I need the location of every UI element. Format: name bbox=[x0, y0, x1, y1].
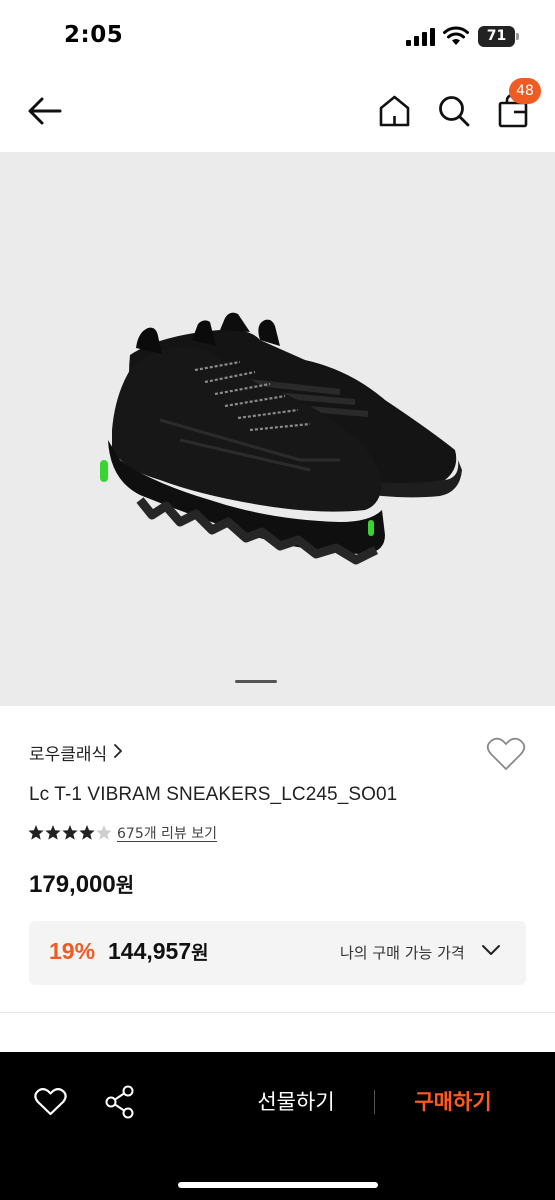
chevron-right-icon[interactable] bbox=[112, 742, 124, 760]
product-image bbox=[100, 312, 462, 565]
bottom-action-bar: 선물하기 구매하기 bbox=[0, 1052, 555, 1200]
rating-stars bbox=[28, 825, 112, 840]
star-icon bbox=[79, 825, 95, 840]
home-indicator bbox=[178, 1182, 378, 1188]
status-bar: 2:05 71 bbox=[0, 0, 555, 72]
discount-rate: 19% bbox=[49, 938, 96, 964]
buy-button[interactable]: 구매하기 bbox=[395, 1082, 511, 1122]
review-link[interactable]: 675개 리뷰 보기 bbox=[117, 823, 217, 843]
star-icon bbox=[96, 825, 112, 840]
battery-indicator: 71 bbox=[478, 26, 520, 47]
product-name: Lc T-1 VIBRAM SNEAKERS_LC245_SO01 bbox=[29, 784, 398, 805]
original-price-unit: 원 bbox=[115, 873, 135, 897]
status-time: 2:05 bbox=[64, 22, 124, 48]
top-nav-bar bbox=[0, 72, 555, 152]
my-price-unit: 원 bbox=[191, 942, 209, 964]
product-detail-page: 2:05 71 48 로우클래식 Lc T-1 VIBRAM SNEAKERS_… bbox=[0, 0, 555, 1200]
wifi-icon bbox=[443, 26, 469, 45]
star-icon bbox=[62, 825, 78, 840]
product-image-carousel[interactable] bbox=[0, 152, 555, 706]
home-icon[interactable] bbox=[378, 94, 411, 128]
battery-level: 71 bbox=[486, 28, 507, 44]
my-price-label: 나의 구매 가능 가격 bbox=[340, 944, 465, 962]
chevron-down-icon[interactable] bbox=[481, 943, 501, 957]
bottom-bar-separator bbox=[374, 1090, 375, 1114]
star-icon bbox=[45, 825, 61, 840]
gift-button[interactable]: 선물하기 bbox=[236, 1082, 356, 1122]
original-price-number: 179,000 bbox=[29, 871, 116, 898]
original-price: 179,000원 bbox=[29, 869, 134, 899]
search-icon[interactable] bbox=[437, 94, 471, 128]
carousel-page-indicator bbox=[235, 680, 277, 683]
share-icon[interactable] bbox=[104, 1085, 136, 1119]
star-icon bbox=[28, 825, 44, 840]
my-price-panel[interactable]: 19% 144,957원 나의 구매 가능 가격 bbox=[29, 921, 526, 985]
my-price: 144,957원 bbox=[108, 938, 209, 965]
heart-icon[interactable] bbox=[486, 736, 526, 772]
my-price-number: 144,957 bbox=[108, 938, 192, 964]
heart-icon[interactable] bbox=[34, 1087, 67, 1117]
cellular-signal-icon bbox=[406, 28, 435, 46]
cart-count-badge: 48 bbox=[509, 78, 541, 104]
back-arrow-icon[interactable] bbox=[26, 92, 64, 130]
section-divider bbox=[0, 1012, 555, 1013]
brand-link[interactable]: 로우클래식 bbox=[29, 740, 107, 765]
